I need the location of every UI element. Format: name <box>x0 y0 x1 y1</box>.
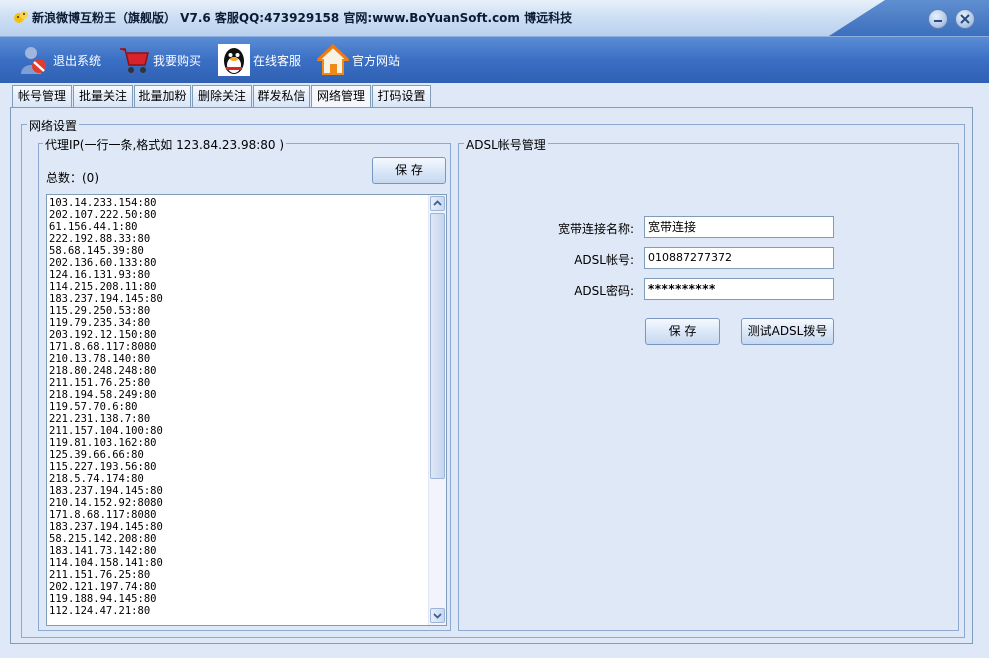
proxy-ip-line: 202.121.197.74:80 <box>49 581 157 593</box>
adsl-password-label: ADSL密码: <box>574 284 634 298</box>
minimize-icon <box>934 20 942 22</box>
close-icon <box>960 14 970 24</box>
proxy-count-label: 总数：(0) <box>46 171 99 185</box>
proxy-ip-line: 58.68.145.39:80 <box>49 245 144 257</box>
home-icon <box>317 44 349 75</box>
proxy-ip-line: 203.192.12.150:80 <box>49 329 157 341</box>
test-adsl-dial-button[interactable]: 测试ADSL拨号 <box>741 318 834 345</box>
exit-system-label: 退出系统 <box>53 53 102 68</box>
scroll-down-button[interactable] <box>430 608 445 623</box>
window-title: 新浪微博互粉王（旗舰版） V7.6 客服QQ:473929158 官网:www.… <box>32 11 573 25</box>
proxy-ip-line: 119.57.70.6:80 <box>49 401 138 413</box>
proxy-save-button[interactable]: 保 存 <box>372 157 446 184</box>
proxy-ip-line: 115.227.193.56:80 <box>49 461 157 473</box>
proxy-ip-line: 218.5.74.174:80 <box>49 473 144 485</box>
conn-name-label: 宽带连接名称: <box>557 222 634 236</box>
proxy-ip-list: 103.14.233.154:80 202.107.222.50:80 61.156… <box>49 197 163 617</box>
proxy-ip-line: 103.14.233.154:80 <box>49 197 157 209</box>
proxy-ip-textarea[interactable]: 103.14.233.154:80 202.107.222.50:80 61.156… <box>46 194 447 626</box>
proxy-ip-line: 115.29.250.53:80 <box>49 305 151 317</box>
proxy-ip-line: 183.141.73.142:80 <box>49 545 157 557</box>
toolbar: 退出系统 我要购买 在线客服 官方网站 <box>0 37 989 83</box>
proxy-ip-line: 211.151.76.25:80 <box>49 377 151 389</box>
proxy-ip-title: 代理IP(一行一条,格式如 123.84.23.98:80 ) <box>43 136 287 153</box>
proxy-ip-line: 210.13.78.140:80 <box>49 353 151 365</box>
tab-batch-add-fans[interactable]: 批量加粉 <box>134 85 191 107</box>
proxy-ip-line: 114.215.208.11:80 <box>49 281 157 293</box>
online-support-label: 在线客服 <box>253 53 302 68</box>
tab-mass-message[interactable]: 群发私信 <box>253 85 310 107</box>
scroll-thumb[interactable] <box>430 213 445 479</box>
close-button[interactable] <box>955 9 975 29</box>
official-site-button[interactable]: 官方网站 <box>317 44 400 76</box>
proxy-ip-line: 171.8.68.117:8080 <box>49 509 157 521</box>
proxy-ip-line: 211.157.104.100:80 <box>49 425 163 437</box>
proxy-ip-line: 202.107.222.50:80 <box>49 209 157 221</box>
proxy-ip-line: 171.8.68.117:8080 <box>49 341 157 353</box>
proxy-ip-line: 119.79.235.34:80 <box>49 317 151 329</box>
proxy-ip-line: 58.215.142.208:80 <box>49 533 157 545</box>
buy-label: 我要购买 <box>153 53 202 68</box>
proxy-ip-line: 183.237.194.145:80 <box>49 485 163 497</box>
proxy-ip-line: 221.231.138.7:80 <box>49 413 151 425</box>
online-support-button[interactable]: 在线客服 <box>218 44 301 76</box>
tab-account-management[interactable]: 帐号管理 <box>12 85 72 107</box>
buy-button[interactable]: 我要购买 <box>118 44 201 76</box>
app-logo-icon <box>14 11 28 23</box>
proxy-ip-line: 61.156.44.1:80 <box>49 221 138 233</box>
network-settings-title: 网络设置 <box>27 117 80 134</box>
proxy-ip-line: 211.151.76.25:80 <box>49 569 151 581</box>
tab-batch-follow[interactable]: 批量关注 <box>73 85 133 107</box>
proxy-ip-line: 119.188.94.145:80 <box>49 593 157 605</box>
shopping-cart-icon <box>120 48 149 73</box>
proxy-ip-line: 202.136.60.133:80 <box>49 257 157 269</box>
tab-network-management[interactable]: 网络管理 <box>311 85 371 108</box>
scroll-up-button[interactable] <box>430 196 445 211</box>
proxy-ip-line: 183.237.194.145:80 <box>49 293 163 305</box>
exit-user-icon <box>21 47 46 74</box>
tab-delete-follow[interactable]: 删除关注 <box>192 85 252 107</box>
chevron-up-icon <box>433 200 442 206</box>
proxy-ip-line: 114.104.158.141:80 <box>49 557 163 569</box>
adsl-account-title: ADSL帐号管理 <box>464 136 548 153</box>
tab-captcha-settings[interactable]: 打码设置 <box>372 85 431 107</box>
adsl-save-button[interactable]: 保 存 <box>645 318 720 345</box>
chevron-down-icon <box>433 613 442 619</box>
proxy-ip-line: 125.39.66.66:80 <box>49 449 144 461</box>
adsl-account-label: ADSL帐号: <box>574 253 634 267</box>
proxy-ip-line: 119.81.103.162:80 <box>49 437 157 449</box>
qq-penguin-icon <box>218 44 250 76</box>
proxy-ip-line: 210.14.152.92:8080 <box>49 497 163 509</box>
adsl-account-input[interactable]: 010887277372 <box>644 247 834 269</box>
title-bar: 新浪微博互粉王（旗舰版） V7.6 客服QQ:473929158 官网:www.… <box>0 0 989 37</box>
proxy-ip-line: 218.194.58.249:80 <box>49 389 157 401</box>
proxy-ip-line: 112.124.47.21:80 <box>49 605 151 617</box>
proxy-ip-scrollbar[interactable] <box>428 195 446 625</box>
proxy-ip-line: 222.192.88.33:80 <box>49 233 151 245</box>
official-site-label: 官方网站 <box>352 53 401 68</box>
minimize-button[interactable] <box>928 9 948 29</box>
exit-system-button[interactable]: 退出系统 <box>18 44 101 76</box>
proxy-ip-line: 183.237.194.145:80 <box>49 521 163 533</box>
proxy-ip-line: 218.80.248.248:80 <box>49 365 157 377</box>
proxy-ip-line: 124.16.131.93:80 <box>49 269 151 281</box>
conn-name-input[interactable]: 宽带连接 <box>644 216 834 238</box>
adsl-password-input[interactable]: ********** <box>644 278 834 300</box>
